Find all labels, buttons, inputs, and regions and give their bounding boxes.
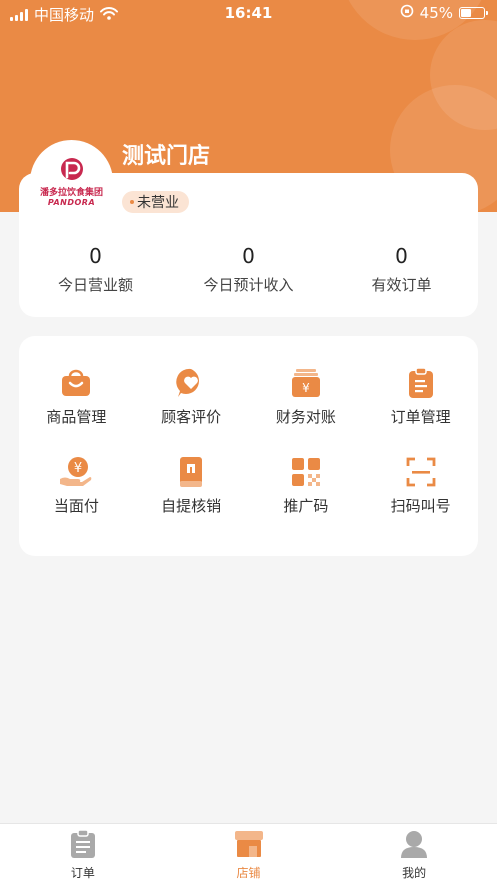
stat-expected-income[interactable]: 0 今日预计收入 xyxy=(172,242,325,295)
tab-orders[interactable]: 订单 xyxy=(0,824,166,883)
tab-label: 订单 xyxy=(70,866,95,880)
tab-store[interactable]: 店铺 xyxy=(166,824,332,883)
stats-row: 0 今日营业额 0 今日预计收入 0 有效订单 xyxy=(19,242,478,295)
store-status-label: 未营业 xyxy=(137,195,179,211)
scan-icon xyxy=(404,455,438,489)
function-menu-card: 商品管理 顾客评价 ¥ 财务对账 订单管理 ¥ 当面付 自提核销 推广码 扫码叫… xyxy=(19,336,478,556)
store-logo: 潘多拉饮食集团 PANDORA xyxy=(30,140,113,223)
bottom-tab-bar: 订单 店铺 我的 xyxy=(0,823,497,883)
tab-label: 店铺 xyxy=(236,866,261,880)
menu-label: 扫码叫号 xyxy=(390,497,451,515)
menu-item-product-management[interactable]: 商品管理 xyxy=(19,366,134,427)
svg-text:¥: ¥ xyxy=(302,381,310,395)
status-dot xyxy=(130,200,134,204)
yuan-box-icon: ¥ xyxy=(289,366,323,400)
stat-value: 0 xyxy=(89,244,102,268)
logo-text-cn: 潘多拉饮食集团 xyxy=(39,187,103,198)
menu-label: 商品管理 xyxy=(46,408,107,426)
profile-icon xyxy=(400,830,428,862)
pandora-logo-icon xyxy=(60,157,83,180)
stat-value: 0 xyxy=(395,244,408,268)
basket-icon xyxy=(59,366,93,400)
stat-valid-orders[interactable]: 0 有效订单 xyxy=(325,242,478,295)
battery-percent: 45% xyxy=(419,4,453,22)
stat-revenue[interactable]: 0 今日营业额 xyxy=(19,242,172,295)
store-name: 测试门店 xyxy=(122,144,211,169)
menu-item-promo-code[interactable]: 推广码 xyxy=(249,455,364,516)
menu-item-customer-reviews[interactable]: 顾客评价 xyxy=(134,366,249,427)
menu-item-finance-reconciliation[interactable]: ¥ 财务对账 xyxy=(249,366,364,427)
menu-item-face-to-face-pay[interactable]: ¥ 当面付 xyxy=(19,455,134,516)
menu-label: 订单管理 xyxy=(390,408,451,426)
menu-item-self-pickup-verify[interactable]: 自提核销 xyxy=(134,455,249,516)
book-icon xyxy=(174,455,208,489)
menu-item-order-management[interactable]: 订单管理 xyxy=(363,366,478,427)
menu-label: 财务对账 xyxy=(275,408,336,426)
menu-item-scan-call-number[interactable]: 扫码叫号 xyxy=(363,455,478,516)
menu-label: 自提核销 xyxy=(161,497,222,515)
orientation-lock-icon xyxy=(400,4,414,22)
order-doc-icon xyxy=(70,829,96,862)
store-status-badge[interactable]: 未营业 xyxy=(122,191,189,213)
battery-icon xyxy=(459,7,488,19)
clipboard-icon xyxy=(404,366,438,400)
tab-profile[interactable]: 我的 xyxy=(331,824,497,883)
menu-label: 推广码 xyxy=(283,497,329,515)
qr-code-icon xyxy=(289,455,323,489)
hand-yuan-icon: ¥ xyxy=(59,455,93,489)
tab-label: 我的 xyxy=(402,866,427,880)
menu-label: 顾客评价 xyxy=(161,408,222,426)
heart-chat-icon xyxy=(174,366,208,400)
menu-label: 当面付 xyxy=(53,497,99,515)
stat-label: 有效订单 xyxy=(371,276,432,294)
svg-text:¥: ¥ xyxy=(74,461,82,476)
logo-text-en: PANDORA xyxy=(47,197,96,207)
stat-label: 今日预计收入 xyxy=(203,276,294,294)
store-icon xyxy=(234,830,264,862)
status-bar: 中国移动 16:41 45% xyxy=(0,0,497,26)
stat-value: 0 xyxy=(242,244,255,268)
stat-label: 今日营业额 xyxy=(57,276,133,294)
